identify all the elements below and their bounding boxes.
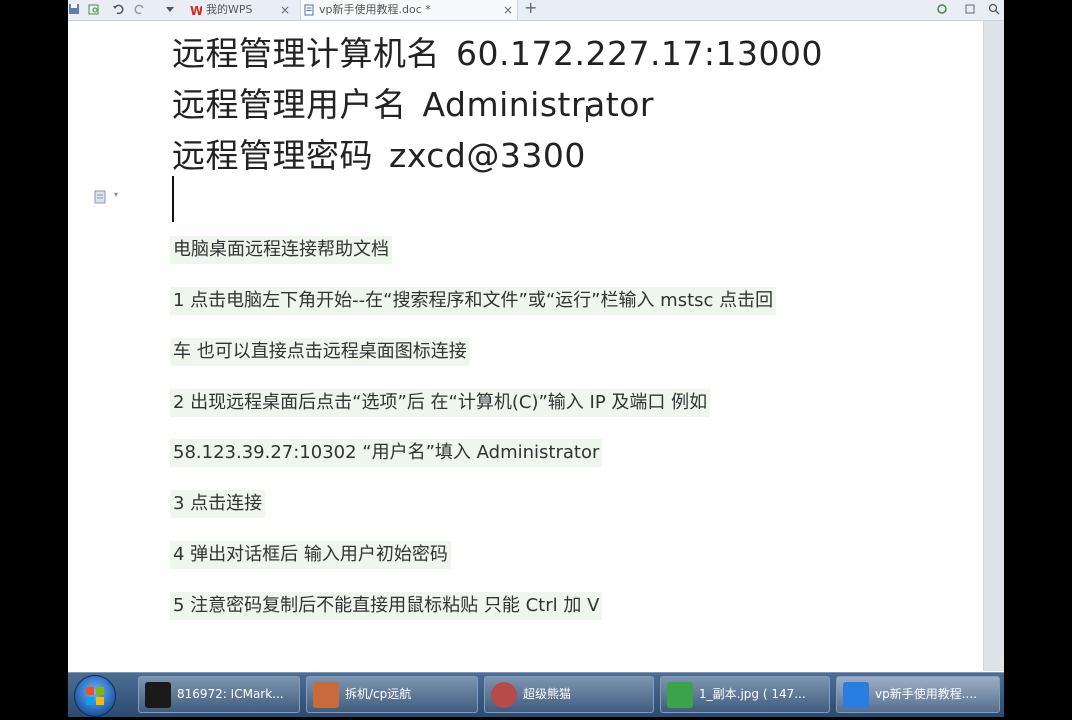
dropdown-arrow-icon[interactable] xyxy=(164,3,176,15)
taskbar-item-wps-writer[interactable]: vp新手使用教程.... xyxy=(836,676,1000,713)
help-step-1-cont: 车 也可以直接点击远程桌面图标连接 xyxy=(170,338,470,366)
taskbar-item-image-viewer[interactable]: 1_副本.jpg ( 147... xyxy=(660,676,830,713)
save-icon[interactable] xyxy=(68,3,80,15)
document-icon xyxy=(304,4,314,16)
image-viewer-icon xyxy=(667,682,693,708)
windows-logo-icon xyxy=(86,687,104,705)
svg-text:W: W xyxy=(190,4,202,16)
help-step-3: 3 点击连接 xyxy=(170,490,266,518)
taskbar-item-qq-group[interactable]: 拆机/cp远航 xyxy=(306,676,478,713)
credential-line-username: 远程管理用户名 Administrator xyxy=(172,78,654,126)
credential-value: 60.172.227.17:13000 xyxy=(456,34,824,73)
wps-logo-icon: W xyxy=(190,4,202,16)
close-icon[interactable]: × xyxy=(280,0,290,20)
vertical-scrollbar[interactable] xyxy=(983,21,1004,671)
help-step-2: 2 出现远程桌面后点击“选项”后 在“计算机(C)”输入 IP 及端口 例如 xyxy=(170,389,711,417)
credential-label: 远程管理计算机名 xyxy=(172,34,440,73)
help-step-2-cont: 58.123.39.27:10302 “用户名”填入 Administrator xyxy=(170,439,603,467)
search-icon[interactable] xyxy=(988,3,1000,15)
credential-value: zxcd@3300 xyxy=(389,136,586,175)
chart-app-icon xyxy=(145,682,171,708)
taskbar: 816972: ICMark... 拆机/cp远航 超级熊猫 1_副本.jpg … xyxy=(68,672,1004,717)
text-caret xyxy=(172,176,174,222)
tab-bar: W 我的WPS × vp新手使用教程.doc * × + xyxy=(68,0,1004,21)
settings-icon[interactable] xyxy=(936,3,948,15)
help-step-1: 1 点击电脑左下角开始--在“搜索程序和文件”或“运行”栏输入 mstsc 点击… xyxy=(170,287,777,315)
credential-label: 远程管理密码 xyxy=(172,136,373,175)
wps-writer-icon xyxy=(843,682,869,708)
panda-icon xyxy=(491,682,517,708)
text-cursor-pointer xyxy=(586,106,588,122)
tab-document[interactable]: vp新手使用教程.doc * × xyxy=(300,0,518,20)
help-title: 电脑桌面远程连接帮助文档 xyxy=(170,236,392,264)
tab-my-wps[interactable]: W 我的WPS × xyxy=(188,0,294,20)
chevron-down-icon[interactable]: ▾ xyxy=(114,190,118,199)
credential-line-computer: 远程管理计算机名 60.172.227.17:13000 xyxy=(172,27,823,75)
taskbar-item-label: 超级熊猫 xyxy=(523,687,572,701)
taskbar-item-label: vp新手使用教程.... xyxy=(875,687,977,701)
undo-icon[interactable] xyxy=(112,3,124,15)
credential-label: 远程管理用户名 xyxy=(172,85,407,124)
close-icon[interactable]: × xyxy=(503,0,513,20)
screen: W 我的WPS × vp新手使用教程.doc * × + 远程管理计算机名 60.… xyxy=(68,0,1004,716)
tab-label: vp新手使用教程.doc * xyxy=(319,3,431,16)
taskbar-item-label: 拆机/cp远航 xyxy=(345,687,412,701)
credential-value: Administrator xyxy=(422,85,654,124)
taskbar-item-panda[interactable]: 超级熊猫 xyxy=(484,676,654,713)
skin-icon[interactable] xyxy=(964,3,976,15)
taskbar-item-label: 816972: ICMark... xyxy=(177,687,284,701)
taskbar-item-label: 1_副本.jpg ( 147... xyxy=(699,687,806,701)
qq-group-icon xyxy=(313,682,339,708)
help-step-4: 4 弹出对话框后 输入用户初始密码 xyxy=(170,541,451,569)
redo-icon[interactable] xyxy=(134,3,146,15)
print-preview-icon[interactable] xyxy=(88,3,100,15)
credential-line-password: 远程管理密码 zxcd@3300 xyxy=(172,129,586,177)
start-button[interactable] xyxy=(74,675,116,717)
new-tab-button[interactable]: + xyxy=(524,0,537,17)
taskbar-item-icmarkets[interactable]: 816972: ICMark... xyxy=(138,676,300,713)
help-step-5: 5 注意密码复制后不能直接用鼠标粘贴 只能 Ctrl 加 V xyxy=(170,592,603,620)
tab-label: 我的WPS xyxy=(206,3,253,16)
paragraph-handle-icon[interactable] xyxy=(94,190,106,204)
